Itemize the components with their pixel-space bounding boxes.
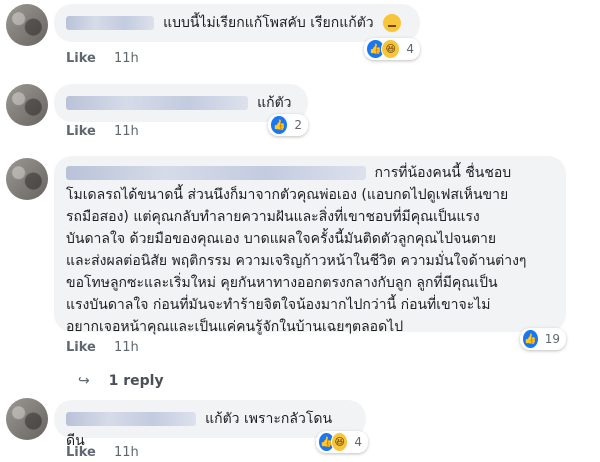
comment-text-line: อยากเจอหน้าคุณและเป็นแค่คนรู้จักในบ้านเฉ…	[66, 319, 404, 335]
reaction-count: 19	[544, 332, 560, 346]
comment-text: แบบนี้ไม่เรียกแก้โพสคับ เรียกแก้ตัว	[163, 15, 374, 31]
like-link[interactable]: Like	[66, 51, 96, 66]
comment-text: แก้ตัว	[257, 95, 292, 111]
haha-icon: 😆	[381, 39, 401, 59]
comment-text-line: การที่น้องคนนี้ ชื่นชอบ	[374, 165, 512, 181]
eye-roll-emoji-icon	[382, 13, 401, 32]
reaction-count: 2	[294, 118, 302, 132]
blurred-author-name[interactable]	[66, 411, 196, 426]
comment-text-line: และส่งผลต่อนิสัย พฤติกรรม ความเจริญก้าวห…	[66, 253, 527, 269]
haha-icon: 😆	[331, 432, 349, 452]
view-replies-link[interactable]: ↪ 1 reply	[78, 373, 164, 389]
reaction-summary[interactable]: 👍 2	[268, 114, 308, 136]
comment-bubble: แบบนี้ไม่เรียกแก้โพสคับ เรียกแก้ตัว	[54, 4, 420, 42]
like-link[interactable]: Like	[66, 124, 96, 139]
comment-bubble: การที่น้องคนนี้ ชื่นชอบ โมเดลรถได้ขนาดนี…	[54, 156, 566, 335]
reaction-summary[interactable]: 👍 😆 4	[316, 431, 368, 453]
reaction-count: 4	[354, 435, 362, 449]
blurred-author-name[interactable]	[66, 95, 248, 110]
comment-actions: Like 11h	[66, 124, 139, 139]
comment-text-line: บันดาลใจ ด้วยมือของคุณเอง บาดแผลใจครั้งน…	[66, 231, 497, 247]
reply-count-label[interactable]: 1 reply	[109, 373, 164, 389]
timestamp[interactable]: 11h	[114, 51, 139, 66]
timestamp[interactable]: 11h	[114, 340, 139, 355]
timestamp[interactable]: 11h	[114, 445, 139, 460]
like-icon: 👍	[270, 115, 289, 135]
comment-line: การที่น้องคนนี้ ชื่นชอบ	[66, 162, 554, 184]
reaction-summary[interactable]: 👍 19	[520, 328, 566, 350]
reaction-count: 4	[406, 42, 414, 56]
blurred-author-name[interactable]	[66, 15, 154, 30]
avatar[interactable]	[6, 4, 48, 46]
like-link[interactable]: Like	[66, 340, 96, 355]
avatar[interactable]	[6, 398, 48, 440]
reply-arrow-icon: ↪	[78, 373, 90, 389]
timestamp[interactable]: 11h	[114, 124, 139, 139]
comment-text-line: แรงบันดาลใจ ก่อนที่มันจะทำร้ายจิตใจน้องม…	[66, 297, 491, 313]
comment-actions: Like 11h	[66, 51, 139, 66]
comment-actions: Like 11h	[66, 445, 139, 460]
reaction-summary[interactable]: 👍 😆 4	[364, 38, 420, 60]
blurred-author-name[interactable]	[66, 166, 366, 180]
comment-text-line: ขอโทษลูกซะและเริ่มใหม่ คุยกันหาทางออกตรง…	[66, 275, 498, 291]
avatar[interactable]	[6, 84, 48, 126]
comment-text-line: รถมือสอง) แต่คุณกลับทำลายความฝันและสิ่งท…	[66, 209, 480, 225]
like-icon: 👍	[522, 329, 539, 349]
comment-text-line: โมเดลรถได้ขนาดนี้ ส่วนนึงก็มาจากตัวคุณพ่…	[66, 187, 509, 203]
comment-actions: Like 11h	[66, 340, 139, 355]
like-link[interactable]: Like	[66, 445, 96, 460]
avatar[interactable]	[6, 158, 48, 200]
